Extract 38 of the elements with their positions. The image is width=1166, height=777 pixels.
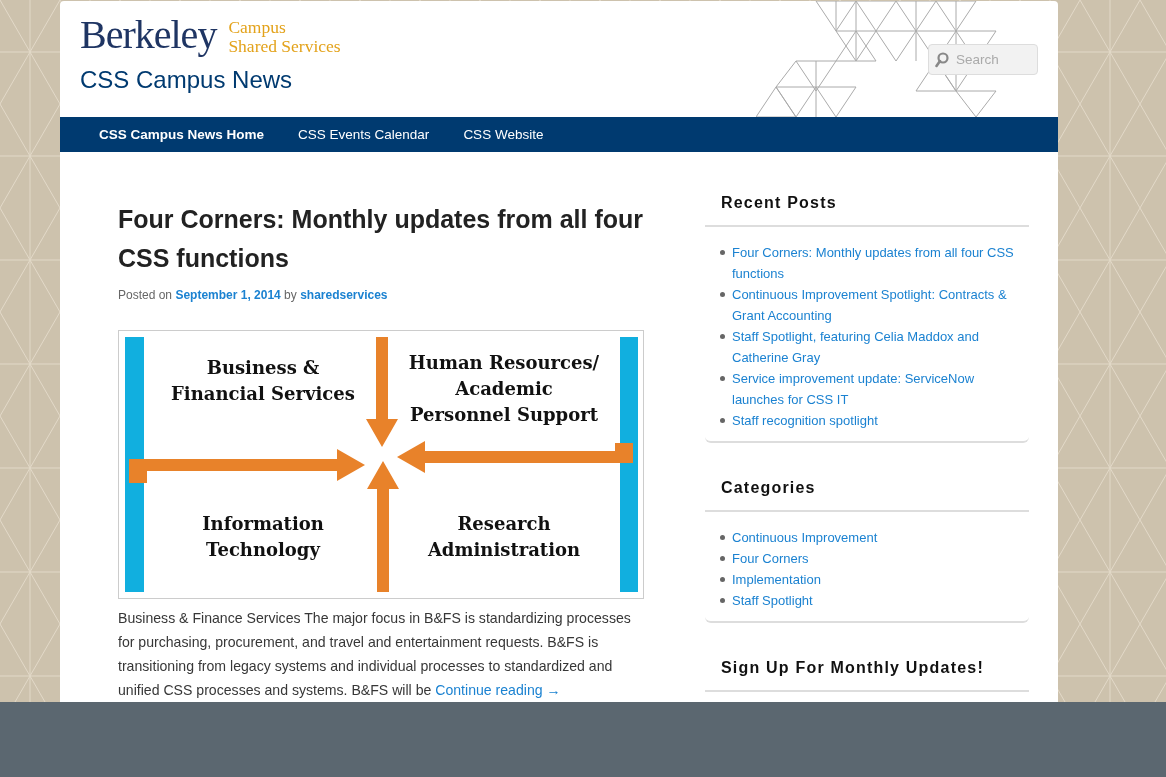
bullet-icon	[720, 577, 725, 582]
bullet-icon	[720, 556, 725, 561]
bullet-icon	[720, 376, 725, 381]
logo-subtitle: Campus Shared Services	[228, 18, 341, 56]
bullet-icon	[720, 598, 725, 603]
nav-link[interactable]: CSS Events Calendar	[281, 117, 447, 152]
quadrant-label: Human Resources/ Academic Personnel Support	[407, 351, 601, 427]
search-field[interactable]: Search	[928, 44, 1038, 75]
post-excerpt: Business & Finance Services The major focus in B&FS is standardizing processes for purchasing, procurement, and travel and entertainment requests. B&FS is transitioning from legacy systems and individual processes to standardized and unified CSS processes and systems. B&FS will be Continue reading →	[118, 609, 632, 700]
sidebar-link[interactable]: Implementation	[732, 569, 821, 590]
widget-title: Categories	[705, 476, 1029, 512]
nav-link[interactable]: CSS Website	[446, 117, 561, 152]
bullet-icon	[720, 292, 725, 297]
sidebar-link[interactable]: Four Corners: Monthly updates from all four CSS functions	[732, 242, 1029, 284]
logo-wordmark[interactable]: Berkeley	[80, 15, 217, 56]
sidebar-link[interactable]: Staff Spotlight, featuring Celia Maddox and Catherine Gray	[732, 326, 1029, 368]
sidebar-link[interactable]: Continuous Improvement	[732, 527, 878, 548]
continue-reading-link[interactable]: Continue reading →	[435, 682, 561, 698]
post-title[interactable]: Four Corners: Monthly updates from all four CSS functions	[118, 200, 644, 278]
sidebar-link[interactable]: Staff recognition spotlight	[732, 410, 878, 431]
bullet-icon	[720, 250, 725, 255]
widget-title: Recent Posts	[705, 191, 1029, 227]
post-meta: Posted on September 1, 2014 by sharedservices	[118, 287, 389, 304]
quadrant-label: Business & Financial Services	[170, 356, 356, 406]
sidebar-link[interactable]: Continuous Improvement Spotlight: Contracts & Grant Accounting	[732, 284, 1029, 326]
author-link[interactable]: sharedservices	[300, 288, 388, 302]
bullet-icon	[720, 418, 725, 423]
bullet-icon	[720, 535, 725, 540]
quadrant-label: Information Technology	[201, 512, 325, 562]
sidebar-link[interactable]: Service improvement update: ServiceNow launches for CSS IT	[732, 368, 1029, 410]
sidebar-link[interactable]: Four Corners	[732, 548, 809, 569]
nav-link[interactable]: CSS Campus News Home	[82, 117, 282, 152]
bullet-icon	[720, 334, 725, 339]
widget-title: Sign Up For Monthly Updates!	[705, 656, 1029, 692]
date-link[interactable]: September 1, 2014	[175, 288, 281, 302]
quadrant-label: Research Administration	[426, 512, 582, 562]
search-icon	[935, 52, 949, 68]
sidebar-link[interactable]: Staff Spotlight	[732, 590, 813, 611]
